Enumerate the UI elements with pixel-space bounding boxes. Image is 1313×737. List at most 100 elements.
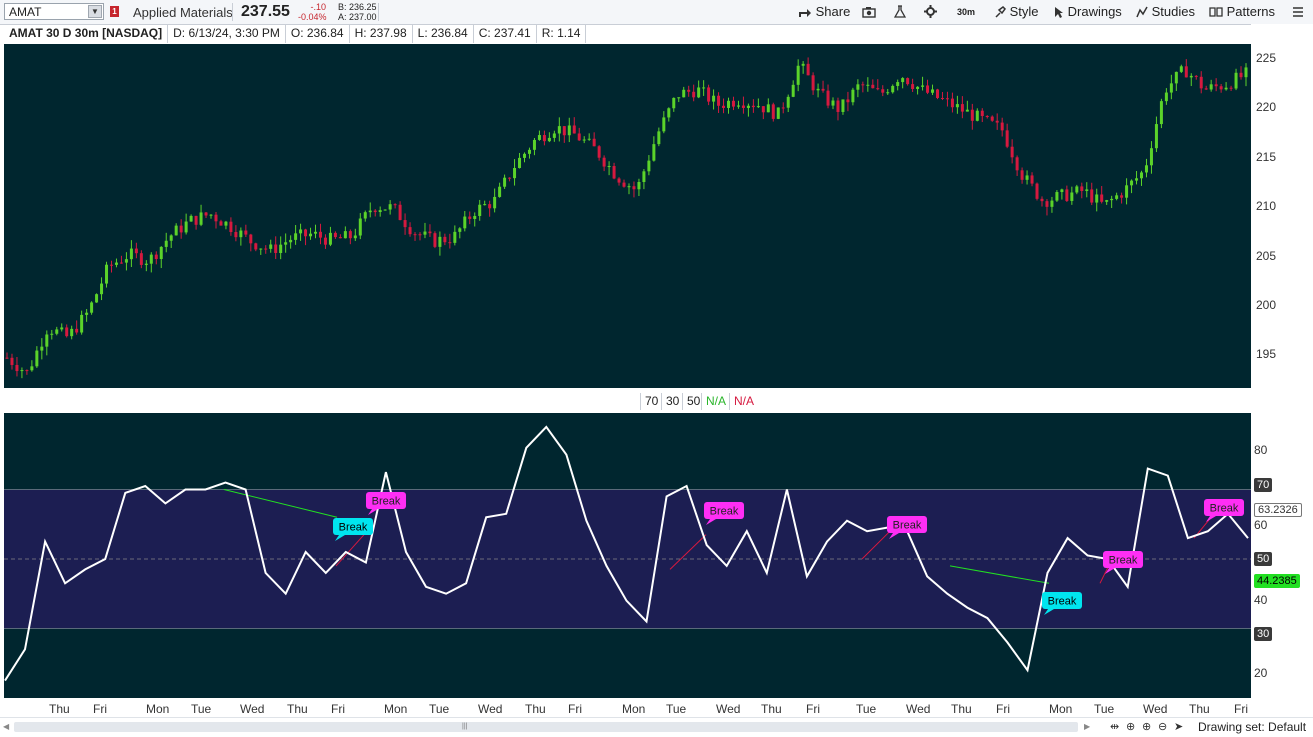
menu-button[interactable] [1292, 3, 1304, 21]
candle-body [1020, 170, 1024, 180]
drawing-set-label[interactable]: Drawing set: Default [1198, 720, 1306, 734]
time-axis-label: Wed [478, 702, 503, 716]
candle-body [970, 109, 974, 121]
indicator-tick: 20 [1254, 666, 1268, 680]
time-axis-label: Thu [761, 702, 782, 716]
studies-button[interactable]: Studies [1136, 3, 1195, 21]
settings-button[interactable] [924, 3, 937, 21]
candle-body [1080, 186, 1084, 191]
candle-body [239, 230, 243, 238]
candle-body [985, 115, 989, 117]
candle-body [1209, 84, 1213, 90]
price-axis[interactable]: 225 220 215 210 205 200 195 [1251, 24, 1313, 389]
symbol-dropdown-icon[interactable]: ▼ [88, 5, 102, 18]
expand-horizontal-icon[interactable]: ⇹ [1110, 720, 1119, 733]
candle-body [557, 126, 561, 134]
candle-body [1179, 66, 1183, 72]
midline-badge: 50 [1254, 552, 1273, 566]
candle-body [358, 218, 362, 236]
symbol-input[interactable]: AMAT ▼ [4, 3, 104, 20]
scroll-left-icon[interactable]: ◀ [3, 722, 9, 731]
price-tick: 215 [1256, 150, 1277, 164]
chart-symbol-label[interactable]: AMAT 30 D 30m [NASDAQ] [4, 24, 169, 43]
zoom-in-icon[interactable]: ⊕ [1142, 720, 1151, 733]
oversold-badge: 30 [1254, 627, 1273, 641]
timeframe-button[interactable]: 30m [957, 3, 975, 21]
candle-body [363, 212, 367, 219]
drawings-button[interactable]: Drawings [1054, 3, 1122, 21]
scroll-grip-icon[interactable]: ||| [462, 723, 470, 731]
indicator-axis[interactable]: 80 70 63.2326 60 50 44.2385 40 30 20 [1251, 391, 1313, 699]
candle-body [234, 232, 238, 238]
candle-body [697, 87, 701, 98]
candle-body [846, 99, 850, 103]
candle-body [592, 138, 596, 147]
candle-body [572, 125, 576, 134]
crosshair-icon[interactable]: ⊕ [1126, 720, 1135, 733]
candle-body [652, 144, 656, 161]
candle-body [189, 215, 193, 222]
candle-body [1035, 183, 1039, 199]
candle-body [314, 231, 318, 234]
candle-body [781, 107, 785, 109]
time-axis-label: Fri [806, 702, 820, 716]
price-chart-panel[interactable] [4, 44, 1251, 388]
candle-body [632, 186, 636, 190]
link-flag-icon[interactable]: 1 [110, 6, 119, 17]
candle-body [134, 248, 138, 254]
price-tick: 220 [1256, 100, 1277, 114]
snapshot-button[interactable] [862, 3, 876, 21]
top-toolbar: AMAT ▼ 1 Applied Materials 237.55 -.10 -… [0, 0, 1313, 25]
candle-body [204, 212, 208, 216]
symbol-input-value[interactable]: AMAT [9, 5, 41, 19]
candle-body [975, 110, 979, 121]
zoom-out-icon[interactable]: ⊖ [1158, 720, 1167, 733]
share-label: Share [815, 4, 851, 19]
price-tick: 200 [1256, 298, 1277, 312]
candle-body [269, 244, 273, 249]
candle-body [398, 204, 402, 221]
horizontal-scrollbar[interactable]: ||| [14, 722, 1078, 732]
indicator-chart[interactable]: Break Break Break Break Break Break Break [4, 413, 1251, 698]
time-axis[interactable]: Thu Fri Mon Tue Wed Thu Fri Mon Tue Wed Thu Fri Mon T… [0, 699, 1313, 717]
style-icon [995, 6, 1006, 18]
share-button[interactable]: Share [798, 3, 850, 21]
candle-body [1135, 178, 1139, 181]
style-label: Style [1009, 4, 1039, 19]
close-value: C: 237.41 [474, 24, 537, 43]
pointer-icon[interactable]: ➤ [1174, 720, 1183, 733]
time-axis-label: Tue [666, 702, 687, 716]
candle-body [15, 364, 19, 372]
price-chart[interactable] [4, 44, 1251, 388]
candle-body [378, 210, 382, 213]
candle-body [647, 160, 651, 172]
candle-body [10, 357, 14, 365]
time-axis-label: Wed [716, 702, 741, 716]
candle-body [184, 221, 188, 233]
patterns-button[interactable]: Patterns [1209, 3, 1275, 21]
candle-body [1164, 92, 1168, 102]
candle-body [687, 89, 691, 92]
bid-value: B: 236.25 [338, 2, 377, 12]
style-button[interactable]: Style [994, 3, 1039, 21]
candle-body [199, 212, 203, 225]
indicator-panel[interactable]: Break Break Break Break Break Break Break [4, 413, 1251, 698]
candle-body [577, 133, 581, 141]
candle-body [1105, 200, 1109, 202]
net-change: -.10 [310, 2, 326, 12]
candle-body [144, 263, 148, 265]
candle-body [816, 88, 820, 91]
candle-body [1174, 71, 1178, 84]
candle-body [746, 105, 750, 108]
candle-body [5, 357, 9, 359]
candle-body [309, 233, 313, 237]
camera-icon [862, 7, 876, 18]
candle-body [1154, 124, 1158, 149]
candle-body [468, 216, 472, 219]
flask-button[interactable] [893, 3, 907, 21]
scroll-right-icon[interactable]: ▶ [1084, 722, 1090, 731]
range-value: R: 1.14 [537, 24, 587, 43]
last-price: 237.55 [241, 3, 290, 20]
time-axis-label: Wed [1143, 702, 1168, 716]
candle-body [264, 248, 268, 250]
